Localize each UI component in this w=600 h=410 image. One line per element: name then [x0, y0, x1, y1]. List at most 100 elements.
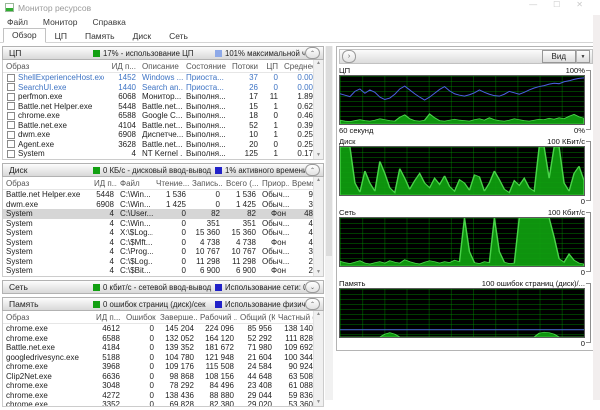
network-section-header[interactable]: Сеть 0 кбит/с - сетевой ввод-вывод Испол…: [2, 280, 324, 294]
disk-section-header[interactable]: Диск 0 КБ/с - дисковый ввод-вывод 1% акт…: [2, 163, 324, 177]
view-button-label[interactable]: Вид: [541, 50, 576, 63]
row-checkbox[interactable]: [7, 92, 15, 101]
table-row[interactable]: System 4 NT Kernel ... Выполня... 125 1 0.17: [3, 149, 314, 159]
table-row[interactable]: System4X:\$Log...016 38416 384Обыч...1: [3, 276, 314, 277]
memory-collapse-chevron-icon[interactable]: ⌃: [305, 298, 320, 310]
mem-table-scrollbar[interactable]: ▲ ▼: [313, 311, 323, 406]
table-row[interactable]: System 4 C:\$Bit... 0 6 900 6 900 Фон 2: [3, 266, 314, 276]
scroll-down-icon[interactable]: ▼: [316, 269, 321, 276]
table-row[interactable]: Battle.net Helper.exe 5448 C:\Win... 1 536 0…: [3, 190, 314, 200]
scroll-up-icon[interactable]: ▲: [316, 60, 321, 67]
row-checkbox[interactable]: [7, 140, 15, 149]
table-row[interactable]: Системные прерывания-Отложен...Выполня..…: [3, 159, 314, 160]
column-header-7[interactable]: Время ...: [289, 179, 316, 188]
table-row[interactable]: chrome.exe 3352 0 69 828 82 380 29 020 53 360: [3, 400, 314, 406]
close-icon[interactable]: ✕: [576, 0, 583, 9]
row-checkbox[interactable]: [7, 130, 15, 139]
row-checkbox[interactable]: [7, 111, 15, 120]
column-header-5[interactable]: Всего (...: [223, 179, 259, 188]
table-row[interactable]: System 4 C:\$Mft... 0 4 738 4 738 Фон 4: [3, 238, 314, 248]
minimize-icon[interactable]: —: [529, 0, 537, 9]
column-header-2[interactable]: Ошибок ...: [123, 313, 157, 322]
table-row[interactable]: perfmon.exe 6068 Монитор... Выполня... 17 11 1…: [3, 92, 314, 102]
left-pane-scrollbar[interactable]: [325, 46, 333, 400]
row-checkbox[interactable]: [7, 159, 15, 160]
table-row[interactable]: googledrivesync.exe 5188 0 104 780 121 948 21…: [3, 353, 314, 363]
menu-item-справка[interactable]: Справка: [93, 17, 126, 27]
column-header-1[interactable]: ИД п...: [107, 62, 139, 71]
table-row[interactable]: dwm.exe 6908 Диспетче... Выполня... 10 1 0.25: [3, 130, 314, 140]
table-row[interactable]: System 4 C:\Prog... 0 10 767 10 767 Обыч... 3: [3, 247, 314, 257]
row-checkbox[interactable]: [7, 121, 15, 130]
tab-цп[interactable]: ЦП: [46, 29, 76, 43]
tab-диск[interactable]: Диск: [124, 29, 160, 43]
view-dropdown-arrow-icon[interactable]: ▼: [576, 50, 590, 63]
column-header-5[interactable]: ЦП: [261, 62, 281, 71]
tab-обзор[interactable]: Обзор: [3, 28, 46, 43]
menu-item-монитор[interactable]: Монитор: [43, 17, 78, 27]
column-header-0[interactable]: Образ: [3, 62, 107, 71]
table-row[interactable]: Clip2Net.exe 6636 0 98 868 108 156 44 648 63 5…: [3, 372, 314, 382]
scroll-down-icon[interactable]: ▼: [316, 152, 321, 159]
column-header-3[interactable]: Заверше...: [157, 313, 197, 322]
table-row[interactable]: chrome.exe 3048 0 78 292 84 496 23 408 61 088: [3, 381, 314, 391]
scroll-down-icon[interactable]: ▼: [316, 399, 321, 406]
row-checkbox[interactable]: [7, 73, 15, 82]
network-collapse-chevron-icon[interactable]: ⌄: [305, 281, 320, 293]
table-row[interactable]: Agent.exe 3628 Battle.net... Выполня... 20 0 0…: [3, 140, 314, 150]
column-header-6[interactable]: Приор...: [259, 179, 289, 188]
column-header-6[interactable]: Среднее ...: [281, 62, 316, 71]
column-header-4[interactable]: Запись...: [189, 179, 223, 188]
cpu-collapse-chevron-icon[interactable]: ⌃: [305, 47, 320, 59]
table-row[interactable]: chrome.exe 4612 0 145 204 224 096 85 956 138 1…: [3, 324, 314, 334]
table-row[interactable]: System 4 C:\Win... 0 351 351 Обыч... 4: [3, 219, 314, 229]
tab-память[interactable]: Память: [76, 29, 124, 43]
column-header-0[interactable]: Образ: [3, 179, 91, 188]
scroll-up-icon[interactable]: ▲: [316, 177, 321, 184]
table-row[interactable]: SearchUI.exe 1440 Search an... Приоста... 26…: [3, 83, 314, 93]
disk-collapse-chevron-icon[interactable]: ⌃: [305, 164, 320, 176]
cpu-table-scrollbar[interactable]: ▲ ▼: [313, 60, 323, 159]
tab-bar: Обзор ЦП Память Диск Сеть: [0, 28, 600, 43]
maximize-icon[interactable]: ☐: [553, 0, 560, 9]
scroll-up-icon[interactable]: ▲: [316, 311, 321, 318]
column-header-3[interactable]: Чтение...: [153, 179, 189, 188]
disk-table-scrollbar[interactable]: ▲ ▼: [313, 177, 323, 276]
column-header-5[interactable]: Общий (КБ): [237, 313, 275, 322]
column-header-2[interactable]: Описание: [139, 62, 183, 71]
column-header-2[interactable]: Файл: [117, 179, 153, 188]
table-row[interactable]: Battle.net Helper.exe 5448 Battle.net... Вы…: [3, 102, 314, 112]
menu-item-файл[interactable]: Файл: [7, 17, 28, 27]
table-row[interactable]: Battle.net.exe 4184 0 139 352 181 672 71 980 1…: [3, 343, 314, 353]
table-row[interactable]: System 4 X:\$Log... 0 15 360 15 360 Обыч... 4: [3, 228, 314, 238]
column-header-3[interactable]: Состояние: [183, 62, 227, 71]
row-checkbox[interactable]: [7, 149, 15, 158]
column-header-4[interactable]: Рабочий ...: [197, 313, 237, 322]
cpu-section-header[interactable]: ЦП 17% - использование ЦП 101% максималь…: [2, 46, 324, 60]
table-row[interactable]: chrome.exe 6588 0 132 052 164 120 52 292 111 8…: [3, 334, 314, 344]
disk-section-title: Диск: [9, 165, 28, 175]
table-row[interactable]: Battle.net.exe 4104 Battle.net... Выполня..…: [3, 121, 314, 131]
tab-сеть[interactable]: Сеть: [160, 29, 197, 43]
column-header-6[interactable]: Частный (...: [275, 313, 316, 322]
column-header-1[interactable]: ИД п...: [91, 179, 117, 188]
column-header-1[interactable]: ИД п...: [93, 313, 123, 322]
cell: 4: [91, 276, 117, 277]
table-row[interactable]: System 4 C:\User... 0 82 82 Фон 48: [3, 209, 314, 219]
column-header-4[interactable]: Потоки: [227, 62, 261, 71]
table-row[interactable]: chrome.exe 3968 0 109 176 115 508 24 584 90 92…: [3, 362, 314, 372]
row-checkbox[interactable]: [7, 83, 15, 92]
collapse-graphs-icon[interactable]: ›: [342, 50, 356, 63]
table-row[interactable]: chrome.exe 4272 0 138 436 88 880 29 044 59 836: [3, 391, 314, 401]
cell: chrome.exe: [6, 390, 48, 400]
cell: C:\Prog...: [120, 247, 153, 257]
table-row[interactable]: ShellExperienceHost.exe 1452 Windows ... Пр…: [3, 73, 314, 83]
table-row[interactable]: System 4 C:\$Log... 0 11 298 11 298 Обыч... 2: [3, 257, 314, 267]
table-row[interactable]: dwm.exe 6908 C:\Win... 1 425 0 1 425 Обыч... 3: [3, 200, 314, 210]
row-checkbox[interactable]: [7, 102, 15, 111]
table-row[interactable]: chrome.exe 6588 Google C... Выполня... 18 0 0.…: [3, 111, 314, 121]
cell: 0: [215, 190, 220, 200]
memory-section-header[interactable]: Память 0 ошибок страниц (диск)/сек Испол…: [2, 297, 324, 311]
column-header-0[interactable]: Образ: [3, 313, 93, 322]
view-button[interactable]: Вид ▼: [541, 50, 590, 63]
